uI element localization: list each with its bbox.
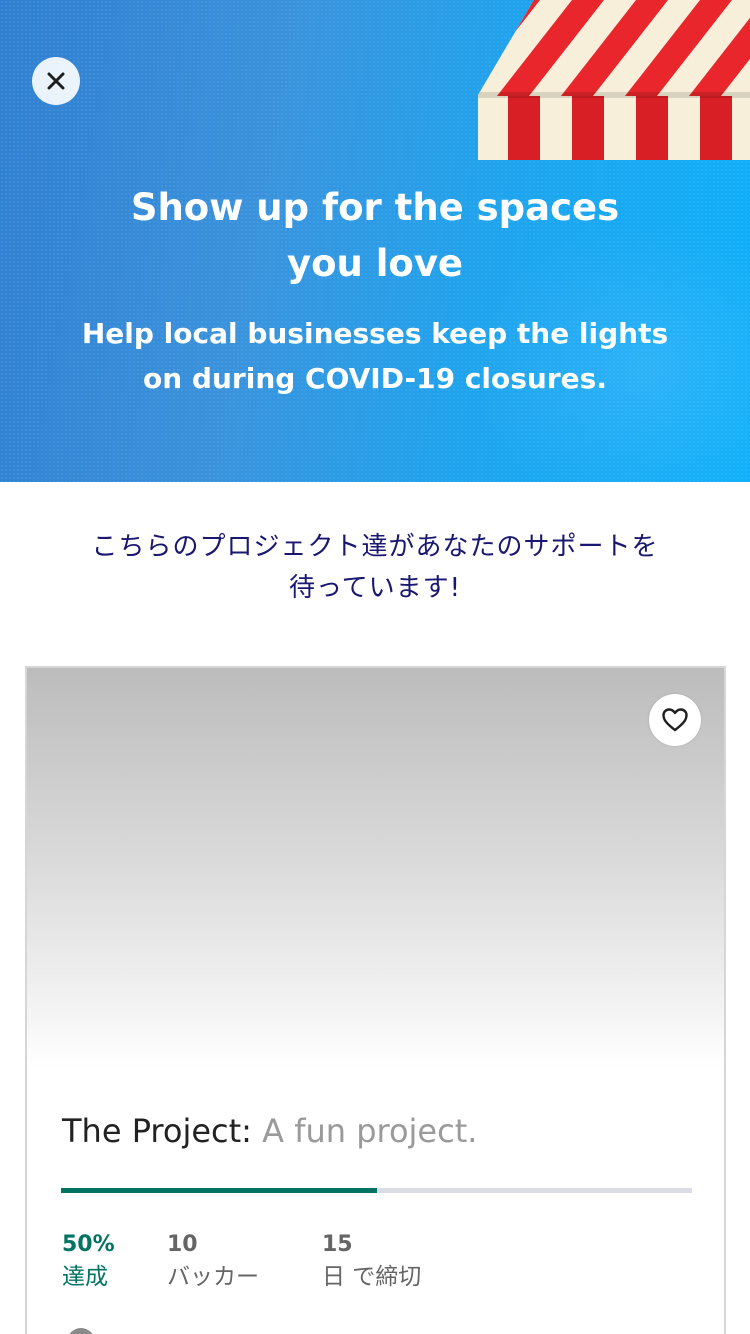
creator-avatar [67, 1328, 95, 1334]
days-left-count: 15 [322, 1232, 353, 1257]
funding-progress-fill [61, 1188, 377, 1193]
section-heading-line: こちらのプロジェクト達があなたのサポートを [91, 532, 659, 562]
hero-subtitle-line: on during COVID-19 closures. [143, 362, 607, 395]
close-icon [47, 72, 65, 90]
days-left-label: 日 で締切 [322, 1264, 422, 1290]
hero-title-line: Show up for the spaces [130, 186, 620, 229]
project-image[interactable] [27, 668, 724, 1068]
project-blurb: A fun project. [262, 1112, 478, 1150]
funded-percent: 50% [62, 1232, 115, 1257]
project-card[interactable]: The Project: A fun project. 50% 達成 10 バッ… [25, 666, 726, 1334]
project-title[interactable]: The Project: A fun project. [62, 1110, 702, 1152]
close-button[interactable] [32, 57, 80, 105]
backers-count: 10 [167, 1232, 198, 1257]
project-name: The Project: [62, 1112, 252, 1150]
funding-progress-bar [61, 1188, 692, 1193]
favorite-button[interactable] [649, 694, 701, 746]
hero-subtitle: Help local businesses keep the lights on… [60, 311, 690, 401]
section-heading-line: 待っています! [288, 573, 462, 603]
hero-title: Show up for the spaces you love [60, 180, 690, 292]
stat-backers: 10 バッカー [167, 1230, 259, 1294]
stat-funded: 50% 達成 [62, 1230, 115, 1294]
hero-title-line: you love [286, 242, 464, 285]
stat-days-left: 15 日 で締切 [322, 1230, 421, 1294]
section-heading: こちらのプロジェクト達があなたのサポートを 待っています! [40, 527, 710, 609]
heart-icon [662, 708, 688, 732]
hero-subtitle-line: Help local businesses keep the lights [81, 317, 669, 350]
awning-illustration [478, 0, 750, 160]
backers-label: バッカー [167, 1264, 259, 1290]
hero-banner: Show up for the spaces you love Help loc… [0, 0, 750, 482]
funded-label: 達成 [62, 1264, 108, 1290]
